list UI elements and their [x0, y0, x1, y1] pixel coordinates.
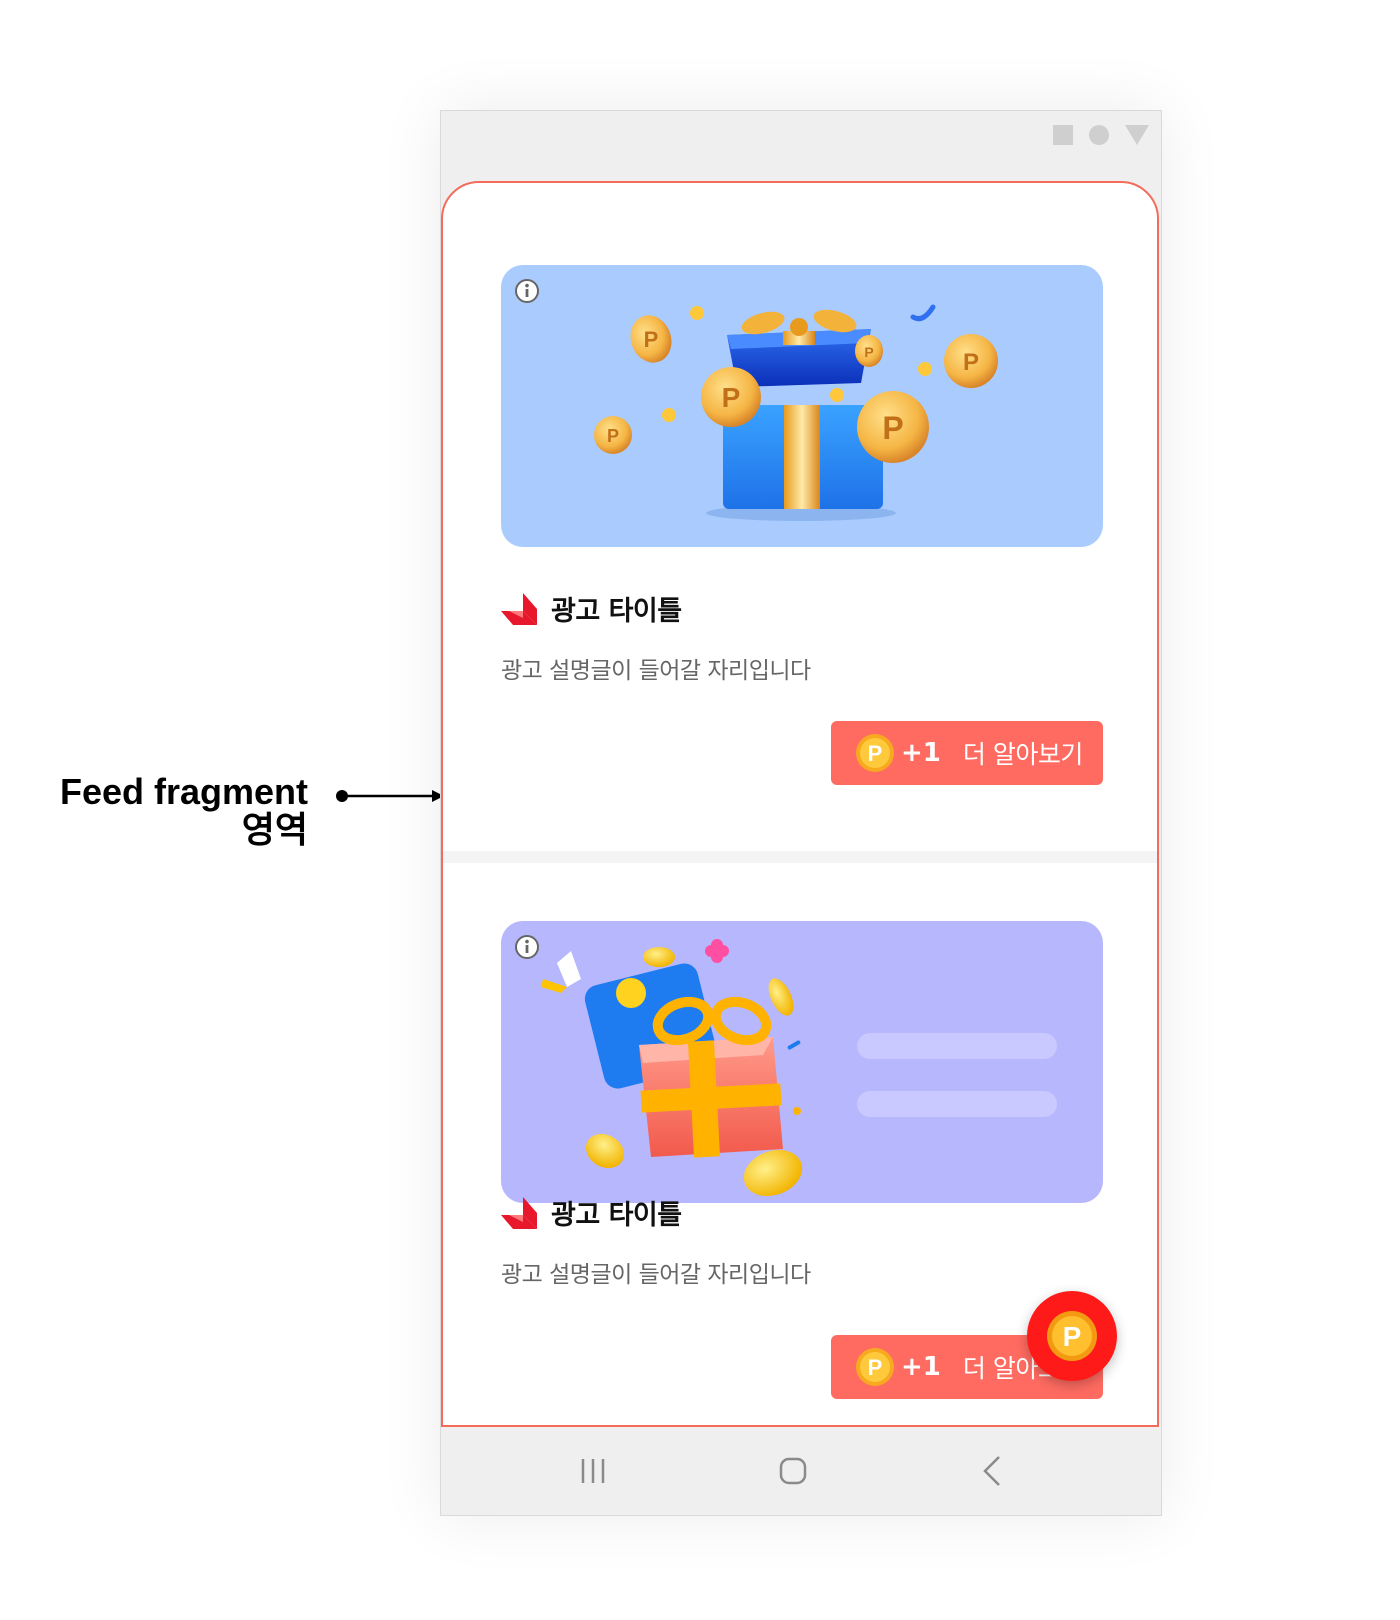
point-coin-icon: P	[856, 1348, 894, 1386]
status-circle-icon	[1089, 125, 1109, 145]
point-floating-button[interactable]: P	[1027, 1291, 1117, 1381]
info-icon[interactable]	[513, 277, 541, 305]
system-nav-bar	[441, 1429, 1159, 1515]
gift-box-illustration	[541, 939, 1057, 1197]
ad-title: 광고 타이틀	[551, 596, 682, 627]
point-coin-icon: P	[856, 734, 894, 772]
points-reward: +1	[901, 1352, 941, 1382]
svg-text:P: P	[644, 327, 659, 352]
phone-frame: P P P P P P 광고 타이틀 광고 설명글이 들어갈 자리입니다 P +…	[440, 110, 1162, 1516]
feed-fragment[interactable]: P P P P P P 광고 타이틀 광고 설명글이 들어갈 자리입니다 P +…	[441, 181, 1159, 1427]
ad-description: 광고 설명글이 들어갈 자리입니다	[501, 1262, 811, 1288]
ad-header: 광고 타이틀	[501, 1193, 682, 1232]
svg-text:P: P	[722, 382, 741, 413]
status-bar	[1053, 125, 1149, 145]
point-coin-icon: P	[1047, 1311, 1097, 1361]
svg-text:P: P	[607, 426, 619, 446]
ad-card[interactable]: P P P P P P 광고 타이틀 광고 설명글이 들어갈 자리입니다 P +…	[443, 183, 1157, 851]
fab-coin-letter: P	[1063, 1321, 1082, 1352]
ad-banner[interactable]	[501, 921, 1103, 1203]
svg-text:P: P	[882, 410, 903, 446]
feed-fragment-annotation: Feed fragment 영역	[30, 772, 308, 850]
ad-description: 광고 설명글이 들어갈 자리입니다	[501, 658, 811, 684]
info-icon[interactable]	[513, 933, 541, 961]
brand-logo-icon	[501, 1196, 537, 1229]
recent-apps-icon[interactable]	[573, 1451, 613, 1491]
svg-text:P: P	[963, 349, 979, 376]
status-square-icon	[1053, 125, 1073, 145]
back-icon[interactable]	[973, 1451, 1013, 1491]
coin-letter: P	[868, 741, 883, 766]
ad-title: 광고 타이틀	[551, 1200, 682, 1231]
annotation-line1: Feed fragment	[59, 771, 308, 812]
points-reward: +1	[901, 738, 941, 768]
ad-header: 광고 타이틀	[501, 589, 682, 628]
learn-more-label: 더 알아보기	[962, 740, 1083, 769]
learn-more-button[interactable]: P +1 더 알아보기	[831, 721, 1103, 785]
status-triangle-icon	[1125, 125, 1149, 145]
coin-letter: P	[868, 1355, 883, 1380]
annotation-line2: 영역	[241, 809, 308, 850]
home-icon[interactable]	[773, 1451, 813, 1491]
card-divider	[443, 851, 1157, 863]
ad-banner[interactable]: P P P P P P	[501, 265, 1103, 547]
brand-logo-icon	[501, 592, 537, 625]
svg-text:P: P	[864, 344, 873, 360]
gift-box-illustration: P P P P P P	[594, 304, 998, 521]
annotation-arrow-icon	[336, 790, 444, 802]
